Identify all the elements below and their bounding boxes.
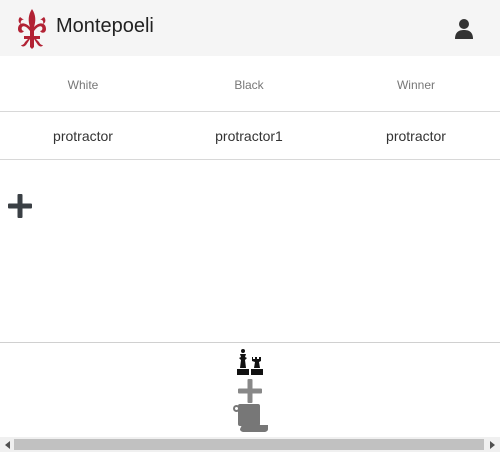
cell-winner: protractor <box>386 127 446 144</box>
chess-pieces-icon[interactable] <box>235 348 265 376</box>
user-icon[interactable] <box>454 18 474 40</box>
column-header-white: White <box>67 77 99 92</box>
cell-black: protractor1 <box>215 127 283 144</box>
app-header: Montepoeli <box>0 0 500 56</box>
table-row[interactable]: protractor protractor1 protractor <box>0 112 500 160</box>
scroll-left-arrow-icon[interactable] <box>3 440 13 450</box>
bottom-divider <box>0 342 500 343</box>
plus-icon[interactable] <box>236 379 264 403</box>
scroll-icon[interactable] <box>232 403 270 433</box>
column-header-black: Black <box>234 77 264 92</box>
table-header-row: White Black Winner <box>0 56 500 112</box>
horizontal-scrollbar[interactable] <box>0 437 500 452</box>
app-title: Montepoeli <box>56 15 154 37</box>
column-header-winner: Winner <box>396 77 435 92</box>
cell-white: protractor <box>53 127 113 144</box>
plus-icon[interactable] <box>8 194 32 218</box>
scrollbar-thumb[interactable] <box>14 439 484 450</box>
scroll-right-arrow-icon[interactable] <box>487 440 497 450</box>
fleur-de-lis-icon <box>18 9 46 49</box>
games-table: White Black Winner protractor protractor… <box>0 56 500 160</box>
